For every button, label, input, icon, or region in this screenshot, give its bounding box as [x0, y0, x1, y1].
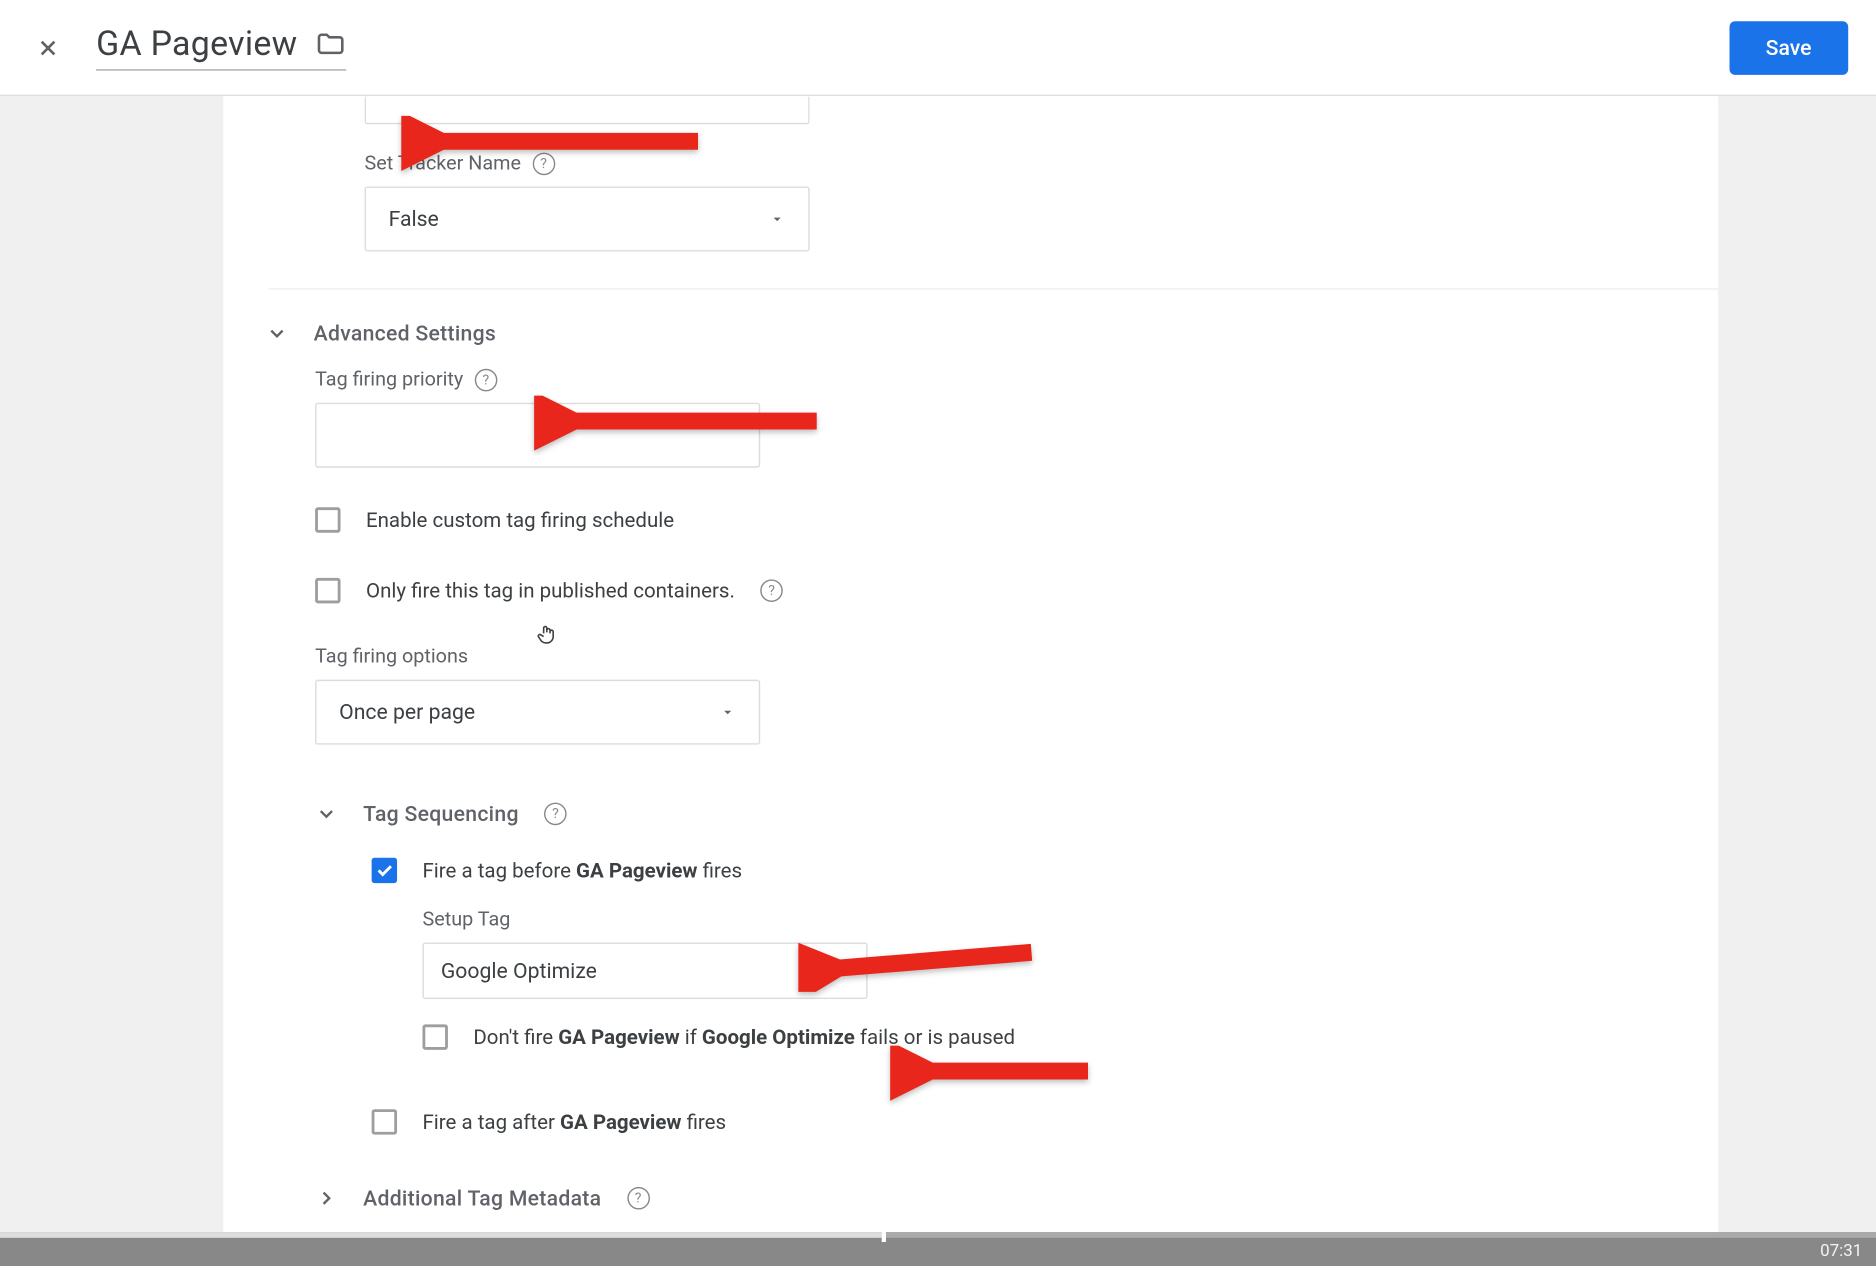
close-icon — [35, 35, 60, 60]
page-body: Set Tracker Name ? False Advanced Settin… — [0, 95, 1876, 1232]
folder-icon[interactable] — [314, 28, 345, 59]
fire-after-checkbox[interactable] — [372, 1109, 397, 1134]
chevron-right-icon — [827, 959, 850, 982]
help-icon[interactable]: ? — [532, 153, 555, 176]
tag-name-field[interactable]: GA Pageview — [96, 24, 345, 71]
video-progress-bar[interactable]: 07:31 — [0, 1232, 1876, 1266]
tag-config-card: Set Tracker Name ? False Advanced Settin… — [223, 96, 1718, 1233]
set-tracker-name-dropdown[interactable]: False — [365, 187, 810, 252]
help-icon[interactable]: ? — [627, 1187, 650, 1210]
set-tracker-name-label: Set Tracker Name ? — [365, 153, 1676, 176]
dont-fire-label: Don't fire GA Pageview if Google Optimiz… — [473, 1025, 1015, 1049]
help-icon[interactable]: ? — [760, 579, 783, 602]
check-icon — [374, 861, 394, 881]
enable-schedule-label: Enable custom tag firing schedule — [366, 508, 674, 532]
chevron-down-icon — [315, 803, 338, 826]
setup-tag-selector[interactable]: Google Optimize — [422, 942, 867, 999]
caret-down-icon — [769, 211, 786, 228]
tag-firing-priority-input[interactable] — [315, 403, 760, 468]
only-published-checkbox[interactable] — [315, 578, 340, 603]
chevron-right-icon — [315, 1187, 338, 1210]
fire-after-label: Fire a tag after GA Pageview fires — [422, 1110, 726, 1134]
tag-sequencing-toggle[interactable]: Tag Sequencing ? — [223, 801, 1718, 826]
enable-schedule-checkbox[interactable] — [315, 507, 340, 532]
close-button[interactable] — [28, 28, 68, 68]
help-icon[interactable]: ? — [475, 369, 498, 392]
setup-tag-label: Setup Tag — [422, 909, 1718, 932]
only-published-label: Only fire this tag in published containe… — [366, 579, 735, 603]
save-button[interactable]: Save — [1729, 20, 1848, 74]
tag-name-text: GA Pageview — [96, 24, 297, 64]
progress-handle[interactable] — [882, 1228, 886, 1242]
fire-before-checkbox[interactable] — [372, 858, 397, 883]
cursor-icon — [534, 622, 559, 647]
advanced-settings-toggle[interactable]: Advanced Settings — [223, 321, 1718, 346]
video-time: 07:31 — [1820, 1241, 1862, 1261]
chevron-down-icon — [266, 322, 289, 345]
dialog-header: GA Pageview Save — [0, 0, 1876, 95]
help-icon[interactable]: ? — [544, 803, 567, 826]
tag-firing-options-dropdown[interactable]: Once per page — [315, 680, 760, 745]
field-partial[interactable] — [365, 96, 810, 124]
caret-down-icon — [719, 704, 736, 721]
dont-fire-checkbox[interactable] — [422, 1024, 447, 1049]
tag-firing-priority-label: Tag firing priority ? — [315, 369, 1676, 392]
tag-firing-options-label: Tag firing options — [315, 646, 1676, 669]
fire-before-label: Fire a tag before GA Pageview fires — [422, 858, 742, 882]
additional-metadata-toggle[interactable]: Additional Tag Metadata ? — [223, 1186, 1718, 1211]
